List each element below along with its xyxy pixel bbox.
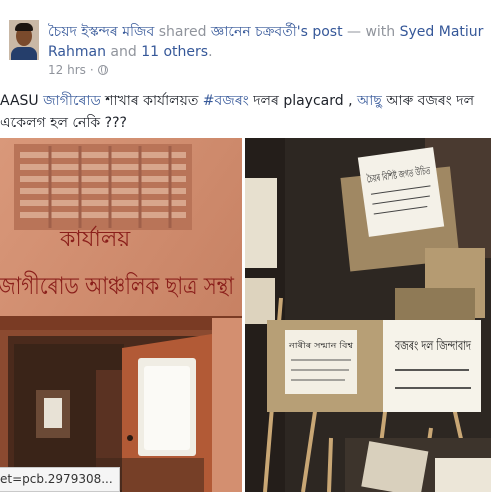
text-part: শাখাৰ কাৰ্যালয়ত <box>100 93 203 109</box>
meta-dot: · <box>89 63 94 77</box>
public-globe-icon[interactable] <box>97 65 108 75</box>
photo-placards[interactable]: চৈয়ৰ বিশিষ্ট জগত উচিত নাৰীৰ সন্মান বিশ্… <box>245 138 491 492</box>
placard-text-left: নাৰীৰ সন্মান বিশ্ব <box>288 340 354 350</box>
placards-illustration: চৈয়ৰ বিশিষ্ট জগত উচিত নাৰীৰ সন্মান বিশ্… <box>245 138 491 492</box>
text-part: AASU <box>0 93 44 109</box>
with-text: — with <box>342 24 400 40</box>
text-link[interactable]: জাগীৰোড <box>43 93 101 109</box>
and-text: and <box>105 44 142 60</box>
post-text: AASU জাগীৰোড শাখাৰ কাৰ্যালয়ত #বজৰং দলৰ … <box>0 90 488 134</box>
author-name-link[interactable]: চৈয়দ ইস্কন্দৰ মজিব <box>48 24 154 40</box>
post-link[interactable]: 's post <box>297 24 343 40</box>
period-text: . <box>208 44 213 60</box>
shared-text: shared <box>154 24 211 40</box>
hashtag-link[interactable]: #বজৰং <box>203 93 249 109</box>
photo-office-wall[interactable]: কাৰ্যালয় জাগীৰোড আঞ্চলিক ছাত্ৰ সন্থা <box>0 138 242 492</box>
text-part: দলৰ playcard , <box>248 93 357 109</box>
status-bar-url: et=pcb.2979308... <box>0 467 120 492</box>
placard-text-main: বজৰং দল জিন্দাবাদ <box>394 338 471 354</box>
timestamp-link[interactable]: 12 hrs <box>48 63 86 77</box>
author-avatar[interactable] <box>9 20 39 60</box>
original-author-link[interactable]: জ্ঞানেন চক্ৰবৰ্তী <box>211 24 297 40</box>
text-link[interactable]: আছু <box>357 93 382 109</box>
wall-sign-line2: জাগীৰোড আঞ্চলিক ছাত্ৰ সন্থা <box>0 271 235 300</box>
others-link[interactable]: 11 others <box>141 44 208 60</box>
wall-sign-line1: কাৰ্যালয় <box>59 225 131 252</box>
post-meta: 12 hrs · <box>48 63 108 77</box>
office-wall-illustration: কাৰ্যালয় জাগীৰোড আঞ্চলিক ছাত্ৰ সন্থা <box>0 138 242 492</box>
post-header: চৈয়দ ইস্কন্দৰ মজিব shared জ্ঞানেন চক্ৰব… <box>0 0 491 90</box>
post-photos: কাৰ্যালয় জাগীৰোড আঞ্চলিক ছাত্ৰ সন্থা <box>0 138 491 492</box>
post-headline: চৈয়দ ইস্কন্দৰ মজিব shared জ্ঞানেন চক্ৰব… <box>48 22 486 62</box>
